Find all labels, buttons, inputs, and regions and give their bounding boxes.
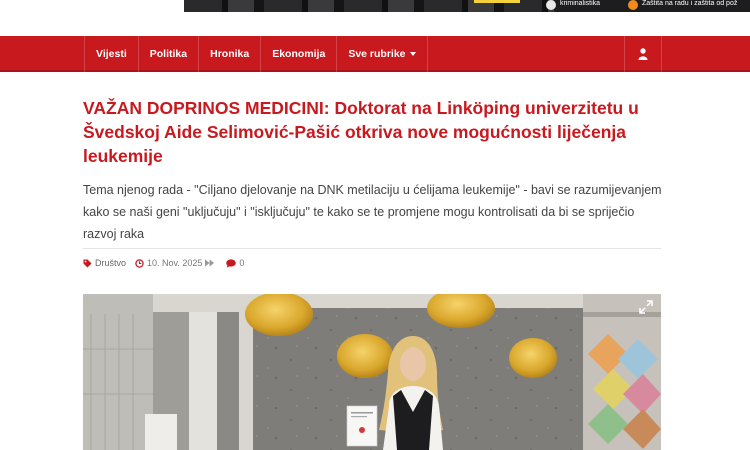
nav-item-vijesti[interactable]: Vijesti — [84, 36, 139, 72]
nav-item-label: Ekonomija — [272, 48, 326, 60]
user-account-button[interactable] — [624, 36, 662, 72]
article-photo — [83, 294, 661, 450]
nav-item-label: Vijesti — [96, 48, 127, 60]
ad-text-2: Zaštita na radu i zaštita od pož — [642, 0, 738, 7]
clock-icon — [135, 258, 144, 268]
article-lead: Tema njenog rada - "Ciljano djelovanje n… — [83, 183, 662, 241]
divider — [83, 248, 661, 249]
ad-banner[interactable]: kriminalistika Zaštita na radu i zaštita… — [184, 0, 750, 12]
publish-date: 10. Nov. 2025 — [135, 258, 217, 268]
nav-menu: Vijesti Politika Hronika Ekonomija Sve r… — [84, 36, 428, 72]
article-meta: Društvo 10. Nov. 2025 0 — [83, 256, 253, 270]
date-label: 10. Nov. 2025 — [147, 258, 203, 268]
expand-icon[interactable] — [639, 300, 653, 314]
article-title: VAŽAN DOPRINOS MEDICINI: Doktorat na Lin… — [83, 98, 639, 166]
ad-logo-icon-2 — [628, 0, 638, 10]
comments-link[interactable]: 0 — [226, 258, 244, 268]
nav-item-politika[interactable]: Politika — [139, 36, 200, 72]
ad-logo-icon — [546, 0, 556, 10]
ad-text-1: kriminalistika — [560, 0, 601, 7]
ad-banner-accent — [474, 0, 520, 3]
main-navbar: Vijesti Politika Hronika Ekonomija Sve r… — [0, 36, 750, 72]
tag-icon — [83, 258, 92, 268]
nav-item-ekonomija[interactable]: Ekonomija — [261, 36, 338, 72]
user-icon — [638, 48, 648, 60]
article-image[interactable] — [83, 294, 661, 450]
caret-down-icon — [409, 52, 416, 57]
fast-forward-icon — [205, 259, 215, 267]
comment-count: 0 — [239, 258, 245, 268]
nav-item-label: Sve rubrike — [348, 48, 406, 60]
category-label: Društvo — [95, 258, 127, 268]
nav-item-label: Politika — [149, 48, 188, 60]
comment-icon — [226, 258, 237, 268]
nav-item-sve-rubrike-dropdown[interactable]: Sve rubrike — [337, 36, 428, 72]
category-link[interactable]: Društvo — [83, 258, 126, 268]
nav-item-hronika[interactable]: Hronika — [199, 36, 262, 72]
nav-item-label: Hronika — [210, 48, 250, 60]
